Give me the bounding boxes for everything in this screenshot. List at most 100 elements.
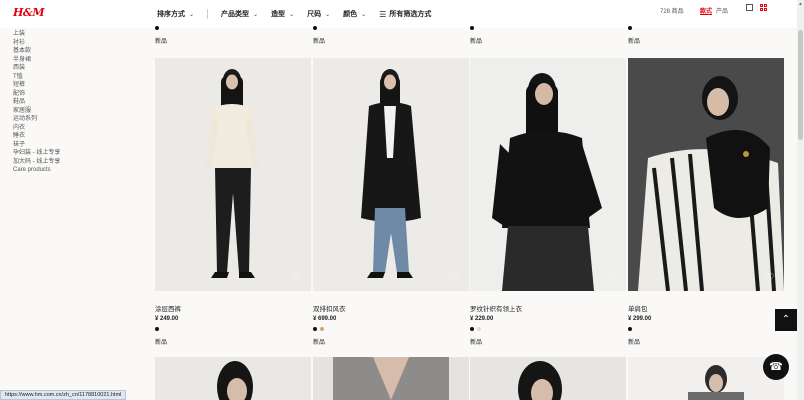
new-tag: 新品 <box>470 340 483 346</box>
product-photo[interactable]: ♡ <box>155 58 311 291</box>
chevron-down-icon: ⌄ <box>189 11 195 18</box>
sidebar-item[interactable]: 内衣 <box>13 124 60 133</box>
status-url: https://www.hm.com.cn/zh_cn/1178810021.h… <box>0 390 127 400</box>
scroll-up-icon[interactable]: ▲ <box>798 1 803 7</box>
sidebar-item[interactable]: 睡衣 <box>13 132 60 141</box>
filter-style[interactable]: 造型 ⌄ <box>271 9 294 19</box>
chevron-down-icon: ⌄ <box>325 11 331 18</box>
product-name[interactable]: 单肩包 <box>628 303 784 313</box>
product-card[interactable]: ♡ 双排扣风衣 ¥ 699.00 新品 <box>313 58 469 346</box>
view-toggle: 款式 产品 <box>700 6 728 15</box>
color-swatch[interactable] <box>470 26 474 30</box>
color-swatch[interactable] <box>628 26 632 30</box>
product-photo[interactable]: ♡ <box>628 58 784 291</box>
sidebar-item[interactable]: 加大码 - 线上专享 <box>13 158 60 167</box>
color-swatch[interactable] <box>155 26 159 30</box>
new-tag: 新品 <box>628 39 641 45</box>
view-product-toggle[interactable]: 产品 <box>716 6 728 15</box>
color-swatch[interactable] <box>470 327 474 331</box>
color-swatch[interactable] <box>313 327 317 331</box>
chevron-down-icon: ⌄ <box>289 11 295 18</box>
product-name[interactable]: 双排扣风衣 <box>313 303 469 313</box>
view-model-toggle[interactable]: 款式 <box>700 6 712 15</box>
new-tag: 新品 <box>155 39 168 45</box>
single-column-grid-icon[interactable] <box>746 4 753 11</box>
product-photo[interactable] <box>313 357 469 400</box>
product-count: 728 商品 <box>660 9 684 15</box>
product-card[interactable]: ♡ 单肩包 ¥ 299.00 新品 <box>628 58 784 346</box>
color-swatch[interactable] <box>477 327 481 331</box>
product-name[interactable]: 罗纹针织有领上衣 <box>470 303 626 313</box>
product-photo[interactable] <box>470 357 626 400</box>
filter-size-label: 尺码 <box>307 11 322 18</box>
sidebar-item[interactable]: 鞋品 <box>13 98 60 107</box>
sidebar-item[interactable]: 孕妇装 - 线上专享 <box>13 149 60 158</box>
customer-service-icon[interactable]: ☎ <box>763 354 789 380</box>
filter-product-type[interactable]: 产品类型 ⌄ <box>221 9 258 19</box>
sidebar-item[interactable]: 配饰 <box>13 90 60 99</box>
filter-bar: 排序方式 ⌄ 产品类型 ⌄ 造型 ⌄ 尺码 ⌄ 颜色 ⌄ ☰ 所有筛选方式 <box>157 9 444 19</box>
hm-logo[interactable]: H&M <box>13 6 45 19</box>
color-swatch[interactable] <box>320 327 324 331</box>
product-price: ¥ 229.00 <box>470 316 494 322</box>
sidebar-item[interactable]: 上装 <box>13 30 60 39</box>
category-sidebar: 上装 衬衫 基本款 半身裙 西装 T恤 短裤 配饰 鞋品 家居服 运动系列 内衣… <box>13 30 60 175</box>
color-swatch[interactable] <box>313 26 317 30</box>
heart-icon[interactable]: ♡ <box>447 271 461 285</box>
filter-sort[interactable]: 排序方式 ⌄ <box>157 9 194 19</box>
product-photo[interactable] <box>628 357 784 400</box>
chevron-down-icon: ⌄ <box>361 11 367 18</box>
four-column-grid-icon[interactable] <box>760 4 767 11</box>
back-to-top-button[interactable]: ⌃ <box>775 309 797 331</box>
product-name[interactable]: 涂层西裤 <box>155 303 311 313</box>
sliders-icon: ☰ <box>379 9 387 19</box>
new-tag: 新品 <box>313 39 326 45</box>
new-tag: 新品 <box>313 340 326 346</box>
all-filters-label: 所有筛选方式 <box>389 11 432 18</box>
product-price: ¥ 299.00 <box>628 316 652 322</box>
sidebar-item[interactable]: 袜子 <box>13 141 60 150</box>
color-swatches <box>313 327 469 331</box>
filter-product-type-label: 产品类型 <box>221 11 250 18</box>
sidebar-item[interactable]: 衬衫 <box>13 39 60 48</box>
color-swatches <box>470 327 626 331</box>
product-price: ¥ 699.00 <box>313 316 337 322</box>
color-swatches <box>155 327 311 331</box>
sidebar-item[interactable]: 基本款 <box>13 47 60 56</box>
sidebar-item[interactable]: 短裤 <box>13 81 60 90</box>
product-card[interactable]: ♡ 罗纹针织有领上衣 ¥ 229.00 新品 <box>470 58 626 346</box>
heart-icon[interactable]: ♡ <box>289 271 303 285</box>
product-card[interactable]: ♡ 涂层西裤 ¥ 249.00 新品 <box>155 58 311 346</box>
top-toolbar: H&M 排序方式 ⌄ 产品类型 ⌄ 造型 ⌄ 尺码 ⌄ 颜色 ⌄ ☰ 所有筛选方式 728 … <box>0 0 797 28</box>
filter-style-label: 造型 <box>271 11 286 18</box>
all-filters-button[interactable]: ☰ 所有筛选方式 <box>379 9 431 19</box>
product-photo[interactable] <box>155 357 311 400</box>
sidebar-item[interactable]: 运动系列 <box>13 115 60 124</box>
product-photo[interactable]: ♡ <box>313 58 469 291</box>
filter-color-label: 颜色 <box>343 11 358 18</box>
heart-icon[interactable]: ♡ <box>762 271 776 285</box>
sidebar-item[interactable]: 家居服 <box>13 107 60 116</box>
filter-sort-label: 排序方式 <box>157 11 185 18</box>
product-photo[interactable]: ♡ <box>470 58 626 291</box>
sidebar-item[interactable]: T恤 <box>13 73 60 82</box>
new-tag: 新品 <box>470 39 483 45</box>
new-tag: 新品 <box>155 340 168 346</box>
scrollbar[interactable]: ▲ <box>797 0 804 400</box>
scrollbar-thumb[interactable] <box>798 30 803 140</box>
product-tag-prev: 新品 <box>470 26 482 45</box>
sidebar-item[interactable]: 西装 <box>13 64 60 73</box>
filter-size[interactable]: 尺码 ⌄ <box>307 9 330 19</box>
sidebar-item[interactable]: 半身裙 <box>13 56 60 65</box>
filter-color[interactable]: 颜色 ⌄ <box>343 9 366 19</box>
divider <box>207 9 209 19</box>
color-swatch[interactable] <box>628 327 632 331</box>
new-tag: 新品 <box>628 340 641 346</box>
color-swatch[interactable] <box>155 327 159 331</box>
heart-icon[interactable]: ♡ <box>604 271 618 285</box>
product-tag-prev: 新品 <box>628 26 640 45</box>
product-price: ¥ 249.00 <box>155 316 179 322</box>
color-swatches <box>628 327 784 331</box>
sidebar-item[interactable]: Care products <box>13 166 60 175</box>
product-tag-prev: 新品 <box>155 26 167 45</box>
